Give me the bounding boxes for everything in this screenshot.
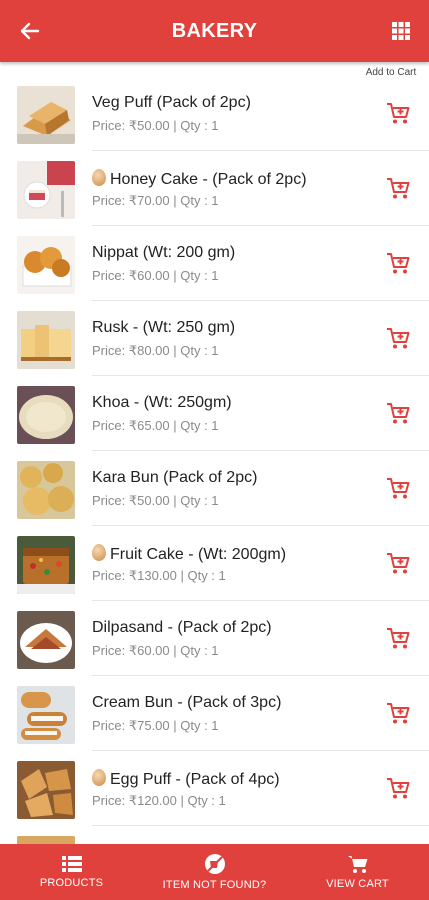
product-name: Khoa - (Wt: 250gm) xyxy=(92,394,232,411)
tab-products[interactable]: PRODUCTS xyxy=(0,844,143,900)
product-name: Veg Puff (Pack of 2pc) xyxy=(92,94,251,111)
add-to-cart-button[interactable] xyxy=(385,325,411,351)
app-bar: BAKERY xyxy=(0,0,429,62)
product-price-qty: Price: ₹120.00 | Qty : 1 xyxy=(92,793,226,808)
product-price-qty: Price: ₹130.00 | Qty : 1 xyxy=(92,568,226,583)
list-item[interactable] xyxy=(0,826,429,844)
product-price-qty: Price: ₹70.00 | Qty : 1 xyxy=(92,193,219,208)
add-to-cart-button[interactable] xyxy=(385,550,411,576)
product-image xyxy=(17,836,75,844)
product-price-qty: Price: ₹65.00 | Qty : 1 xyxy=(92,418,219,433)
product-price-qty: Price: ₹60.00 | Qty : 1 xyxy=(92,268,219,283)
grid-menu-button[interactable] xyxy=(391,21,411,41)
add-to-cart-button[interactable] xyxy=(385,700,411,726)
cart-plus-icon xyxy=(387,778,410,799)
add-to-cart-button[interactable] xyxy=(385,775,411,801)
list-item[interactable]: Egg Puff - (Pack of 4pc) Price: ₹120.00 … xyxy=(0,751,429,826)
cart-plus-icon xyxy=(387,253,410,274)
product-image xyxy=(17,311,75,369)
add-to-cart-button[interactable] xyxy=(385,175,411,201)
product-price-qty: Price: ₹60.00 | Qty : 1 xyxy=(92,643,219,658)
product-image xyxy=(17,536,75,594)
product-image xyxy=(17,611,75,669)
list-item[interactable]: Dilpasand - (Pack of 2pc) Price: ₹60.00 … xyxy=(0,601,429,676)
list-icon xyxy=(61,856,82,872)
cart-plus-icon xyxy=(387,478,410,499)
product-image xyxy=(17,461,75,519)
product-name: Rusk - (Wt: 250 gm) xyxy=(92,319,236,336)
cart-plus-icon xyxy=(387,328,410,349)
product-list[interactable]: Add to Cart Veg Puff (Pack of 2pc) Price… xyxy=(0,62,429,844)
product-price-qty: Price: ₹50.00 | Qty : 1 xyxy=(92,493,219,508)
product-image xyxy=(17,161,75,219)
bottom-navigation: PRODUCTS ITEM NOT FOUND? VIEW CART xyxy=(0,844,429,900)
arrow-left-icon xyxy=(20,22,40,40)
page-title: BAKERY xyxy=(171,19,258,42)
product-name: Fruit Cake - (Wt: 200gm) xyxy=(92,544,286,564)
tab-item-not-found-label: ITEM NOT FOUND? xyxy=(162,879,267,891)
egg-icon xyxy=(92,769,106,786)
list-item[interactable]: Kara Bun (Pack of 2pc) Price: ₹50.00 | Q… xyxy=(0,451,429,526)
list-item[interactable]: Rusk - (Wt: 250 gm) Price: ₹80.00 | Qty … xyxy=(0,301,429,376)
product-image xyxy=(17,386,75,444)
cart-plus-icon xyxy=(387,553,410,574)
list-item[interactable]: Veg Puff (Pack of 2pc) Price: ₹50.00 | Q… xyxy=(0,76,429,151)
product-name: Honey Cake - (Pack of 2pc) xyxy=(92,169,307,189)
product-image xyxy=(17,86,75,144)
product-name: Nippat (Wt: 200 gm) xyxy=(92,244,236,261)
add-to-cart-button[interactable] xyxy=(385,475,411,501)
list-item[interactable]: Fruit Cake - (Wt: 200gm) Price: ₹130.00 … xyxy=(0,526,429,601)
cart-plus-icon xyxy=(387,178,410,199)
back-button[interactable] xyxy=(18,19,42,43)
product-price-qty: Price: ₹80.00 | Qty : 1 xyxy=(92,343,219,358)
product-price-qty: Price: ₹75.00 | Qty : 1 xyxy=(92,718,219,733)
tab-view-cart[interactable]: VIEW CART xyxy=(286,844,429,900)
egg-icon xyxy=(92,544,106,561)
product-image xyxy=(17,236,75,294)
tab-item-not-found[interactable]: ITEM NOT FOUND? xyxy=(143,844,286,900)
add-to-cart-button[interactable] xyxy=(385,625,411,651)
list-item[interactable]: Cream Bun - (Pack of 3pc) Price: ₹75.00 … xyxy=(0,676,429,751)
tab-view-cart-label: VIEW CART xyxy=(326,878,389,890)
product-image xyxy=(17,686,75,744)
cart-plus-icon xyxy=(387,403,410,424)
cart-icon xyxy=(347,856,367,873)
tab-products-label: PRODUCTS xyxy=(39,877,104,889)
add-to-cart-button[interactable] xyxy=(385,250,411,276)
product-price-qty: Price: ₹50.00 | Qty : 1 xyxy=(92,118,219,133)
cart-plus-icon xyxy=(387,703,410,724)
egg-icon xyxy=(92,169,106,186)
product-image xyxy=(17,761,75,819)
not-found-icon xyxy=(204,854,225,874)
cart-plus-icon xyxy=(387,103,410,124)
list-item[interactable]: Khoa - (Wt: 250gm) Price: ₹65.00 | Qty :… xyxy=(0,376,429,451)
product-name: Egg Puff - (Pack of 4pc) xyxy=(92,769,280,789)
grid-icon xyxy=(392,22,410,40)
list-item[interactable]: Honey Cake - (Pack of 2pc) Price: ₹70.00… xyxy=(0,151,429,226)
add-to-cart-button[interactable] xyxy=(385,100,411,126)
product-name: Dilpasand - (Pack of 2pc) xyxy=(92,619,272,636)
product-name: Kara Bun (Pack of 2pc) xyxy=(92,469,258,486)
add-to-cart-button[interactable] xyxy=(385,400,411,426)
product-name: Cream Bun - (Pack of 3pc) xyxy=(92,694,282,711)
cart-plus-icon xyxy=(387,628,410,649)
list-item[interactable]: Nippat (Wt: 200 gm) Price: ₹60.00 | Qty … xyxy=(0,226,429,301)
